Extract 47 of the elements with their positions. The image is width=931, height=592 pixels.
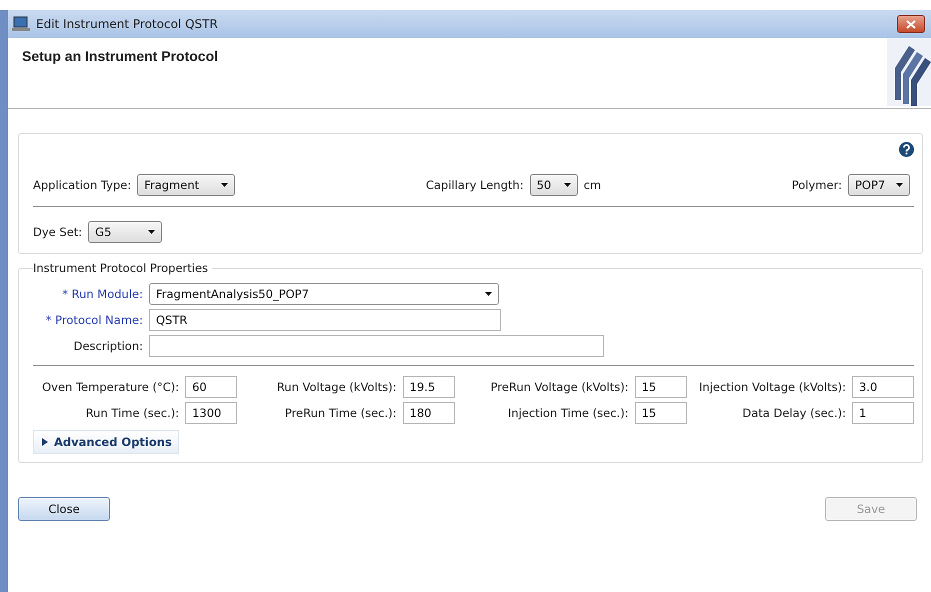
field-label: PreRun Voltage (kVolts): <box>490 380 629 394</box>
input-field[interactable]: 15 <box>634 376 687 398</box>
field-label: Run Time (sec.): <box>84 406 180 420</box>
advanced-options-header[interactable]: Advanced Options <box>33 430 179 454</box>
dropdown[interactable]: G5 <box>88 221 162 243</box>
caret-icon <box>564 183 571 187</box>
input-field[interactable]: QSTR <box>149 309 501 331</box>
caret-icon <box>896 183 903 187</box>
field-label: Run Voltage (kVolts): <box>276 380 397 394</box>
caret-icon <box>148 230 156 234</box>
input-field[interactable]: 19.5 <box>402 376 455 398</box>
caret-icon <box>485 292 492 296</box>
field-label: Data Delay (sec.): <box>741 406 846 420</box>
field-label: Application Type: <box>33 178 132 192</box>
binders-icon <box>887 38 931 106</box>
field-label: Oven Temperature (°C): <box>41 380 180 394</box>
field-label: Dye Set: <box>33 225 82 239</box>
action-button[interactable]: Close <box>18 497 110 521</box>
caret-icon <box>221 183 228 187</box>
close-button[interactable] <box>897 15 925 33</box>
close-icon <box>906 20 916 28</box>
field-label: * Protocol Name: <box>44 313 143 327</box>
field-label: Polymer: <box>792 178 842 192</box>
help-icon[interactable] <box>899 142 914 157</box>
input-field[interactable]: 1300 <box>185 402 238 424</box>
field-label: Capillary Length: <box>426 178 524 192</box>
dropdown[interactable]: POP7 <box>848 174 910 196</box>
window-title: Edit Instrument Protocol QSTR <box>36 17 219 31</box>
page-title: Setup an Instrument Protocol <box>22 48 218 66</box>
dropdown[interactable]: FragmentAnalysis50_POP7 <box>149 283 499 305</box>
field-label: Description: <box>72 339 143 353</box>
field-label: * Run Module: <box>61 287 143 301</box>
section-title: Instrument Protocol Properties <box>33 261 212 275</box>
unit-label: cm <box>584 178 602 192</box>
dropdown[interactable]: 50 <box>530 174 578 196</box>
input-field[interactable]: 60 <box>185 376 238 398</box>
computer-icon <box>12 16 30 32</box>
field-label: PreRun Time (sec.): <box>284 406 397 420</box>
field-label: Injection Time (sec.): <box>506 406 629 420</box>
input-field[interactable]: 1 <box>852 402 914 424</box>
input-field[interactable]: 180 <box>402 402 455 424</box>
field-label: Injection Voltage (kVolts): <box>698 380 846 394</box>
input-field[interactable]: 15 <box>634 402 687 424</box>
input-field[interactable] <box>149 335 604 357</box>
expand-icon <box>42 438 48 446</box>
dropdown[interactable]: Fragment <box>137 174 236 196</box>
input-field[interactable]: 3.0 <box>852 376 914 398</box>
